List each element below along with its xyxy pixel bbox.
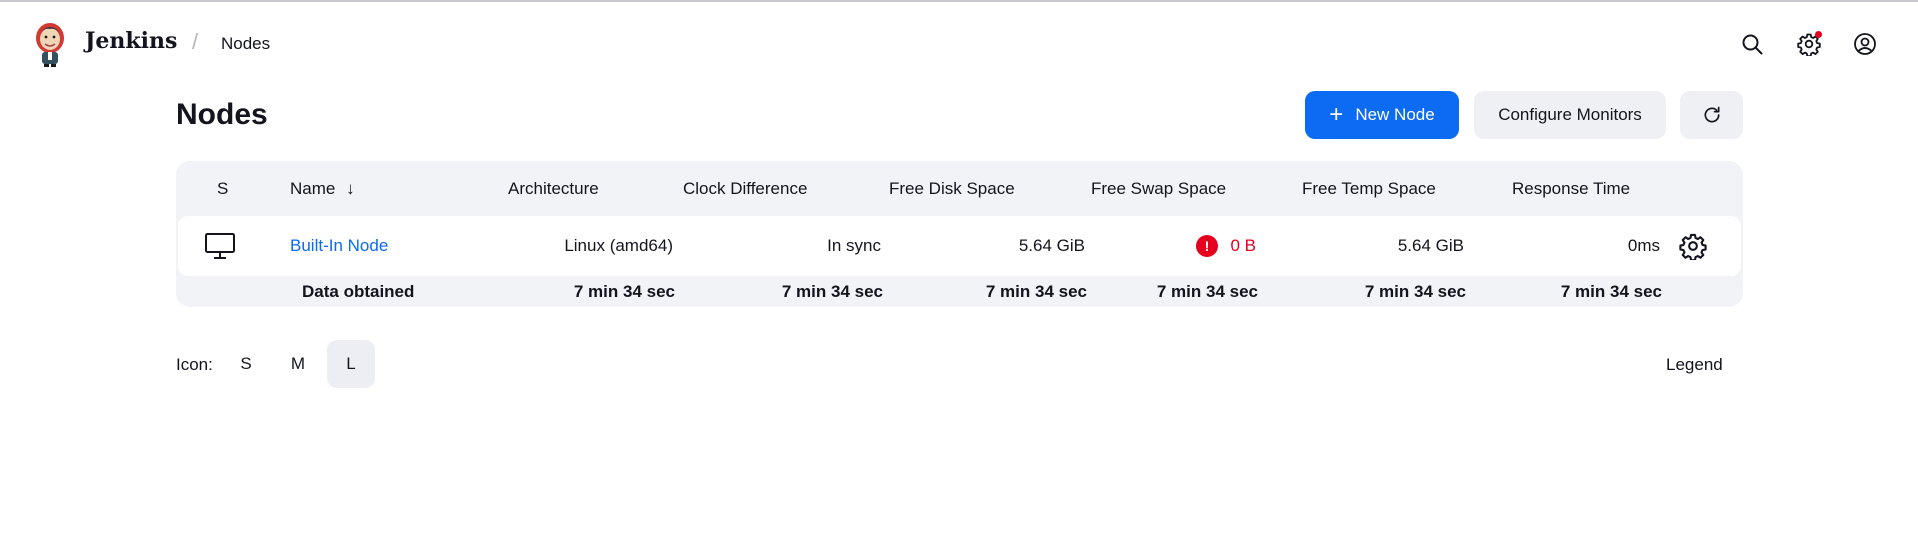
cell-architecture: Linux (amd64) (564, 236, 673, 255)
footer-clock-difference: 7 min 34 sec (781, 282, 883, 301)
footer-free-temp-space: 7 min 34 sec (1364, 282, 1466, 301)
icon-size-large-button[interactable]: L (327, 340, 375, 388)
configure-monitors-label: Configure Monitors (1498, 105, 1642, 124)
plus-icon: + (1329, 101, 1344, 128)
breadcrumb-nodes[interactable]: Nodes (221, 34, 270, 54)
column-header-free-temp-space[interactable]: Free Temp Space (1302, 179, 1436, 199)
user-account-icon[interactable] (1852, 31, 1878, 57)
new-node-button[interactable]: + New Node (1305, 91, 1459, 139)
column-header-response-time[interactable]: Response Time (1512, 179, 1630, 199)
icon-size-small-button[interactable]: S (222, 340, 270, 388)
node-name-link[interactable]: Built-In Node (290, 236, 388, 256)
icon-size-medium-button[interactable]: M (274, 340, 322, 388)
cell-free-temp-space: 5.64 GiB (1397, 236, 1464, 255)
brand-name[interactable]: Jenkins (85, 28, 177, 54)
jenkins-logo-icon[interactable] (32, 20, 68, 68)
footer-architecture: 7 min 34 sec (573, 282, 675, 301)
cell-clock-difference: In sync (827, 236, 881, 255)
cell-free-swap-space: 0 B (1230, 236, 1256, 255)
table-row: Built-In Node Linux (amd64) In sync 5.64… (178, 216, 1741, 276)
column-header-free-swap-space[interactable]: Free Swap Space (1091, 179, 1226, 199)
new-node-label: New Node (1355, 105, 1435, 124)
page-title: Nodes (176, 98, 268, 131)
column-header-name-label: Name (290, 179, 336, 198)
legend-link[interactable]: Legend (1666, 355, 1723, 375)
refresh-button[interactable] (1680, 91, 1743, 139)
column-header-clock-difference[interactable]: Clock Difference (683, 179, 807, 199)
footer-free-swap-space: 7 min 34 sec (1156, 282, 1258, 301)
cell-free-disk-space: 5.64 GiB (1018, 236, 1085, 255)
node-settings-gear-icon[interactable] (1679, 232, 1707, 260)
column-header-free-disk-space[interactable]: Free Disk Space (889, 179, 1015, 199)
nodes-table: S Name ↓ Architecture Clock Difference F… (176, 161, 1743, 307)
cell-response-time: 0ms (1627, 236, 1660, 255)
configure-monitors-button[interactable]: Configure Monitors (1474, 91, 1666, 139)
refresh-icon (1704, 106, 1719, 123)
footer-response-time: 7 min 34 sec (1560, 282, 1662, 301)
column-header-architecture[interactable]: Architecture (508, 179, 599, 199)
sort-descending-icon: ↓ (346, 179, 355, 198)
notification-dot (1815, 31, 1822, 38)
breadcrumb-separator: / (192, 29, 199, 54)
search-icon[interactable] (1739, 31, 1765, 57)
warning-icon: ! (1196, 235, 1218, 257)
page-header: Jenkins / Nodes (0, 2, 1918, 86)
column-header-name[interactable]: Name ↓ (290, 179, 355, 199)
settings-gear-icon[interactable] (1796, 31, 1822, 57)
icon-size-label: Icon: (176, 355, 213, 374)
computer-icon (205, 233, 235, 259)
column-header-status[interactable]: S (217, 179, 228, 199)
footer-data-obtained-label: Data obtained (302, 282, 415, 301)
footer-free-disk-space: 7 min 34 sec (985, 282, 1087, 301)
